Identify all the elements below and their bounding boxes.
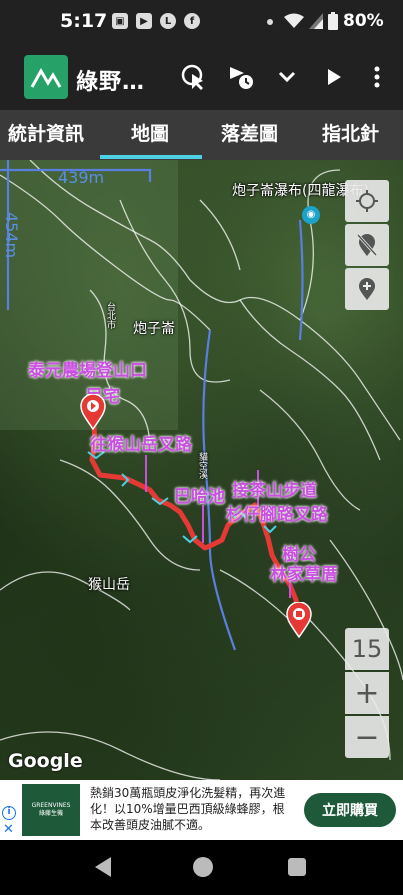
zoom-level: 15	[345, 628, 389, 670]
youtube-icon: ▶	[136, 13, 152, 29]
notification-icons: ▣ ▶ L f	[112, 13, 200, 29]
back-icon[interactable]	[95, 857, 111, 877]
scale-horizontal: 439m	[58, 168, 105, 187]
scale-vertical: 454m	[2, 212, 21, 259]
tab-indicator	[100, 155, 202, 159]
tab-map[interactable]: 地圖	[131, 110, 169, 160]
poi-trailhead: 泰元農場登山口	[28, 361, 147, 381]
camera-icon: ◉	[302, 206, 320, 224]
system-icons: 80%	[284, 11, 384, 31]
ad-brand-name: GREENVINES	[31, 802, 71, 810]
chevron-down-icon[interactable]	[272, 62, 302, 92]
home-icon[interactable]	[193, 857, 213, 877]
ad-banner[interactable]: i ✕ GREENVINES 綠藤生機 熱銷30萬瓶頭皮淨化洗髮精，再次進化！以…	[0, 780, 403, 840]
zoom-out-button[interactable]: −	[345, 716, 389, 758]
poi-chaduxi: 接茶山步道	[232, 481, 317, 501]
ad-close-icon[interactable]: ✕	[3, 822, 14, 837]
app-logo-icon	[24, 55, 68, 99]
tab-bar: 統計資訊 地圖 落差圖 指北針	[0, 110, 403, 160]
location-off-icon[interactable]	[345, 224, 389, 266]
status-time: 5:17	[60, 10, 108, 32]
battery-icon	[328, 12, 338, 30]
map-view[interactable]: 439m 454m 炮子崙瀑布(四龍瀑布) ◉ 炮子崙 猴山岳 台北市 貓空溪 …	[0, 160, 403, 780]
start-marker-icon[interactable]	[80, 394, 106, 430]
tab-statistics[interactable]: 統計資訊	[8, 110, 84, 160]
battery-level: 80%	[343, 11, 384, 31]
line-icon: L	[160, 13, 176, 29]
ad-brand-logo: GREENVINES 綠藤生機	[22, 784, 80, 836]
poi-shanzijiao: 杉仔腳路叉路	[226, 505, 328, 525]
end-marker-icon[interactable]	[286, 602, 312, 638]
facebook-icon: f	[184, 13, 200, 29]
notification-dot-icon	[267, 19, 273, 25]
tab-elevation[interactable]: 落差圖	[221, 110, 278, 160]
poi-bahachi: 巴哈池	[174, 487, 225, 507]
add-location-icon[interactable]	[345, 268, 389, 310]
label-road: 台北市	[105, 302, 115, 329]
tab-compass[interactable]: 指北針	[322, 110, 379, 160]
recent-apps-icon[interactable]	[288, 858, 306, 876]
play-icon[interactable]	[319, 62, 349, 92]
app-title: 綠野…	[76, 70, 146, 95]
label-paozilun: 炮子崙	[133, 321, 175, 337]
poi-linjia: 林家草厝	[270, 565, 338, 585]
image-icon: ▣	[112, 13, 128, 29]
system-nav-bar	[0, 840, 403, 895]
status-bar: 5:17 ▣ ▶ L f 80%	[0, 0, 403, 44]
zoom-in-button[interactable]: +	[345, 672, 389, 714]
label-stream: 貓空溪	[197, 452, 207, 479]
signal-icon	[309, 13, 323, 29]
google-attribution: Google	[8, 750, 83, 772]
wifi-icon	[284, 13, 304, 28]
poi-junction-houshanyue: 往猴山岳叉路	[90, 435, 192, 455]
ad-buy-button[interactable]: 立即購買	[304, 793, 396, 827]
ad-text: 熱銷30萬瓶頭皮淨化洗髮精，再次進化！以10%增量巴西頂級綠蜂膠，根本改善頭皮油…	[90, 786, 286, 832]
ad-brand-chinese: 綠藤生機	[38, 810, 63, 817]
my-location-icon[interactable]	[345, 180, 389, 222]
ad-info-icon[interactable]: i	[2, 806, 16, 820]
app-bar: 綠野…	[0, 44, 403, 110]
timer-icon[interactable]	[226, 62, 256, 92]
touch-icon[interactable]	[179, 62, 209, 92]
more-vert-icon[interactable]	[362, 62, 392, 92]
label-houshanyue: 猴山岳	[88, 577, 130, 593]
